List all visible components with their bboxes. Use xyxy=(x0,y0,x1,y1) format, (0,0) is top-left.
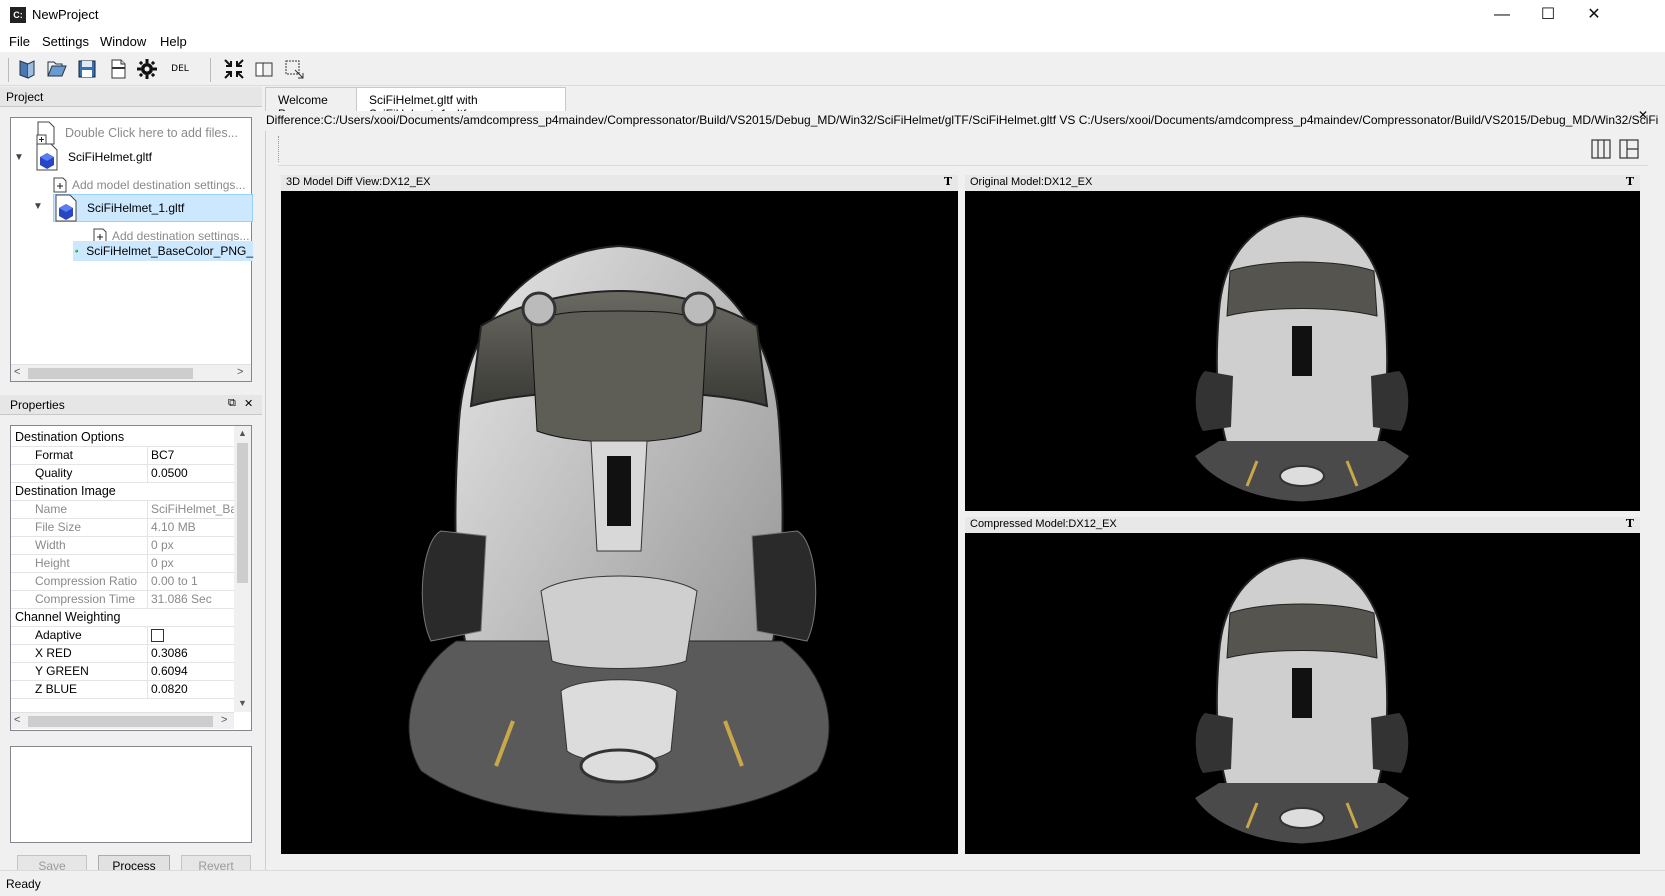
tree-item-label: SciFiHelmet_1.gltf xyxy=(87,201,185,215)
tree-item-texture[interactable]: SciFiHelmet_BaseColor_PNG_ xyxy=(73,241,253,261)
menu-file[interactable]: File xyxy=(9,34,30,49)
view-type-icon[interactable]: T xyxy=(944,175,952,188)
property-file-size: File Size 4.10 MB xyxy=(11,518,236,537)
texture-sphere-icon xyxy=(75,249,79,253)
helmet-render-original xyxy=(1195,214,1409,503)
property-compression-ratio: Compression Ratio 0.00 to 1 xyxy=(11,572,236,591)
tree-item-label: Double Click here to add files... xyxy=(65,126,239,140)
diff-path-label: Difference:C:/Users/xooi/Documents/amdco… xyxy=(265,111,1658,131)
adaptive-checkbox[interactable] xyxy=(151,629,164,642)
tree-item-scifihelmet[interactable]: SciFiHelmet.gltf xyxy=(35,143,153,171)
property-name: NameSciFiHelmet_Ba... xyxy=(11,500,236,519)
add-setting-icon xyxy=(53,177,67,193)
maximize-button[interactable]: ☐ xyxy=(1525,0,1571,30)
status-bar: Ready xyxy=(0,870,1665,896)
close-panel-icon[interactable]: ✕ xyxy=(244,397,253,410)
expand-chevron-icon[interactable]: ▼ xyxy=(14,152,24,163)
toolbar-grip xyxy=(278,136,279,162)
app-icon: C: xyxy=(10,7,26,23)
window-title: NewProject xyxy=(32,7,99,22)
project-panel-header: Project xyxy=(0,87,262,107)
property-adaptive[interactable]: Adaptive xyxy=(11,626,236,645)
tab-welcome-page[interactable]: Welcome Page xyxy=(265,87,357,121)
select-region-icon[interactable] xyxy=(280,55,308,83)
property-compression-time: Compression Time 31.086 Sec xyxy=(11,590,236,609)
project-horizontal-scrollbar[interactable]: < > xyxy=(11,364,251,381)
diff-view-header: 3D Model Diff View:DX12_EX T xyxy=(281,175,958,191)
view-title: 3D Model Diff View:DX12_EX xyxy=(286,176,431,188)
diff-toolbar xyxy=(278,134,1648,166)
tree-item-label: SciFiHelmet.gltf xyxy=(68,150,153,164)
property-z-blue[interactable]: Z BLUE 0.0820 xyxy=(11,680,236,699)
property-format[interactable]: Format BC7 xyxy=(11,446,236,465)
original-viewport[interactable] xyxy=(965,191,1640,511)
view-type-icon[interactable]: T xyxy=(1626,517,1634,530)
toolbar-grip xyxy=(8,58,9,82)
property-width: Width 0 px xyxy=(11,536,236,555)
helmet-render-large xyxy=(408,244,830,818)
settings-gear-icon[interactable] xyxy=(133,55,161,83)
model-cube-icon xyxy=(36,143,58,171)
status-text: Ready xyxy=(6,877,41,891)
property-category: Destination Options xyxy=(11,428,236,447)
toolbar-separator xyxy=(210,58,211,82)
minimize-button[interactable]: — xyxy=(1479,0,1525,30)
property-x-red[interactable]: X RED 0.3086 xyxy=(11,644,236,663)
expand-chevron-icon[interactable]: ▼ xyxy=(33,201,43,212)
menu-bar: File Settings Window Help xyxy=(0,30,1665,52)
save-icon[interactable] xyxy=(73,55,101,83)
close-button[interactable]: ✕ xyxy=(1571,0,1617,30)
properties-vertical-scrollbar[interactable]: ▲ ▼ xyxy=(234,426,251,712)
tab-diff-view[interactable]: SciFiHelmet.gltf with SciFiHelmet_1.gltf xyxy=(356,87,566,121)
delete-icon[interactable]: DEL xyxy=(166,55,194,83)
property-category: Channel Weighting xyxy=(11,608,236,627)
property-quality[interactable]: Quality 0.0500 xyxy=(11,464,236,483)
title-bar: C: NewProject — ☐ ✕ xyxy=(0,0,1665,30)
float-panel-icon[interactable]: ⧉ xyxy=(228,397,236,410)
close-diff-icon[interactable]: ✕ xyxy=(1638,108,1648,122)
add-files-item[interactable]: Double Click here to add files... xyxy=(35,121,238,145)
new-document-icon[interactable] xyxy=(104,55,132,83)
open-project-icon[interactable] xyxy=(13,55,41,83)
compare-collapse-icon[interactable] xyxy=(220,55,248,83)
split-view-icon[interactable] xyxy=(250,55,278,83)
diff-viewport[interactable] xyxy=(281,191,958,854)
model-cube-icon xyxy=(55,194,77,222)
add-file-icon xyxy=(36,121,55,145)
property-category: Destination Image xyxy=(11,482,236,501)
grid-view-icon[interactable] xyxy=(1618,138,1640,163)
project-tree[interactable]: Double Click here to add files... ▼ SciF… xyxy=(10,117,253,382)
properties-title: Properties xyxy=(10,398,65,412)
properties-table[interactable]: Destination Options Format BC7 Quality 0.0… xyxy=(10,425,252,731)
menu-window[interactable]: Window xyxy=(100,34,146,49)
view-title: Compressed Model:DX12_EX xyxy=(970,518,1117,530)
compressed-viewport[interactable] xyxy=(965,533,1640,854)
columns-view-icon[interactable] xyxy=(1590,138,1612,163)
tree-item-label: SciFiHelmet_BaseColor_PNG_ xyxy=(86,244,253,258)
open-file-icon[interactable] xyxy=(43,55,71,83)
view-type-icon[interactable]: T xyxy=(1626,175,1634,188)
main-toolbar: DEL xyxy=(0,52,1665,86)
compressed-view-header: Compressed Model:DX12_EX T xyxy=(965,517,1640,533)
original-view-header: Original Model:DX12_EX T xyxy=(965,175,1640,191)
tree-item-label: Add model destination settings... xyxy=(72,178,246,192)
description-box xyxy=(10,746,252,843)
tree-item-scifihelmet-1[interactable]: SciFiHelmet_1.gltf xyxy=(53,194,253,222)
helmet-render-compressed xyxy=(1195,556,1409,845)
properties-panel-header: Properties ⧉ ✕ xyxy=(0,395,262,415)
menu-settings[interactable]: Settings xyxy=(42,34,89,49)
view-title: Original Model:DX12_EX xyxy=(970,176,1093,188)
menu-help[interactable]: Help xyxy=(160,34,187,49)
property-height: Height 0 px xyxy=(11,554,236,573)
property-y-green[interactable]: Y GREEN 0.6094 xyxy=(11,662,236,681)
properties-horizontal-scrollbar[interactable]: < > xyxy=(11,712,234,729)
